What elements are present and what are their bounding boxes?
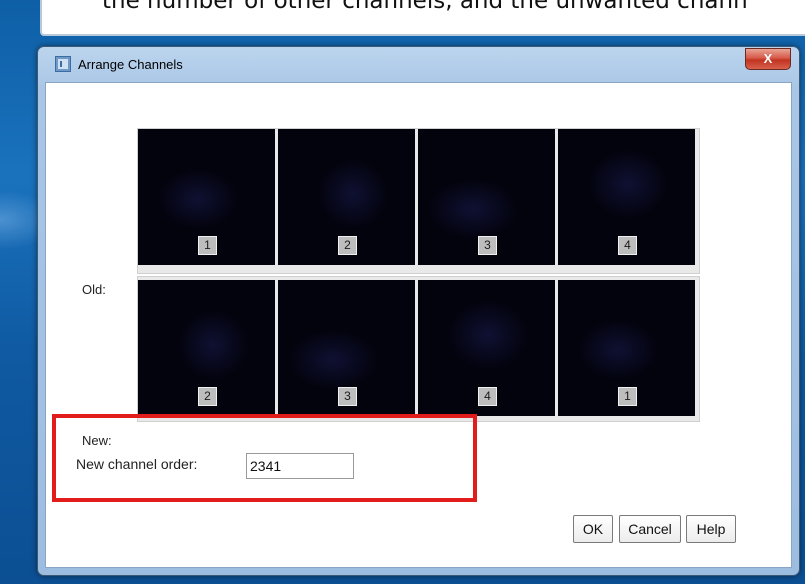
channel-number-badge: 4 — [618, 236, 637, 255]
old-channels-panel: 1 2 3 4 — [137, 128, 700, 274]
dialog-content: Old: 1 2 3 4 New: 2 3 4 1 New channel or… — [45, 82, 792, 568]
new-channels-panel: 2 3 4 1 — [137, 276, 700, 422]
new-channel-thumbnail: 1 — [558, 280, 695, 416]
new-channel-thumbnail: 4 — [418, 280, 555, 416]
close-button[interactable]: X — [745, 48, 791, 70]
background-document-text: the number of other channels, and the un… — [102, 0, 748, 14]
old-channel-thumbnail: 4 — [558, 129, 695, 265]
channel-number-badge: 3 — [478, 236, 497, 255]
channel-number-badge: 2 — [198, 387, 217, 406]
old-channel-thumbnail: 2 — [278, 129, 415, 265]
cancel-button[interactable]: Cancel — [619, 515, 681, 543]
new-row-label: New: — [82, 433, 112, 448]
background-document: the number of other channels, and the un… — [40, 0, 805, 36]
new-channel-thumbnail: 3 — [278, 280, 415, 416]
arrange-channels-dialog: Arrange Channels X Old: 1 2 3 4 New: 2 3… — [37, 46, 800, 576]
window-title: Arrange Channels — [78, 57, 183, 72]
ok-button[interactable]: OK — [573, 515, 613, 543]
channel-number-badge: 1 — [618, 387, 637, 406]
title-bar[interactable]: Arrange Channels X — [38, 47, 799, 83]
channel-number-badge: 1 — [198, 236, 217, 255]
channel-number-badge: 3 — [338, 387, 357, 406]
new-channel-order-label: New channel order: — [76, 456, 198, 472]
new-channel-thumbnail: 2 — [138, 280, 275, 416]
channel-number-badge: 2 — [338, 236, 357, 255]
old-row-label: Old: — [82, 282, 106, 297]
java-app-icon — [55, 56, 71, 72]
old-channel-thumbnail: 1 — [138, 129, 275, 265]
help-button[interactable]: Help — [686, 515, 736, 543]
channel-number-badge: 4 — [478, 387, 497, 406]
old-channel-thumbnail: 3 — [418, 129, 555, 265]
new-channel-order-input[interactable] — [246, 453, 354, 479]
close-icon: X — [763, 51, 773, 66]
